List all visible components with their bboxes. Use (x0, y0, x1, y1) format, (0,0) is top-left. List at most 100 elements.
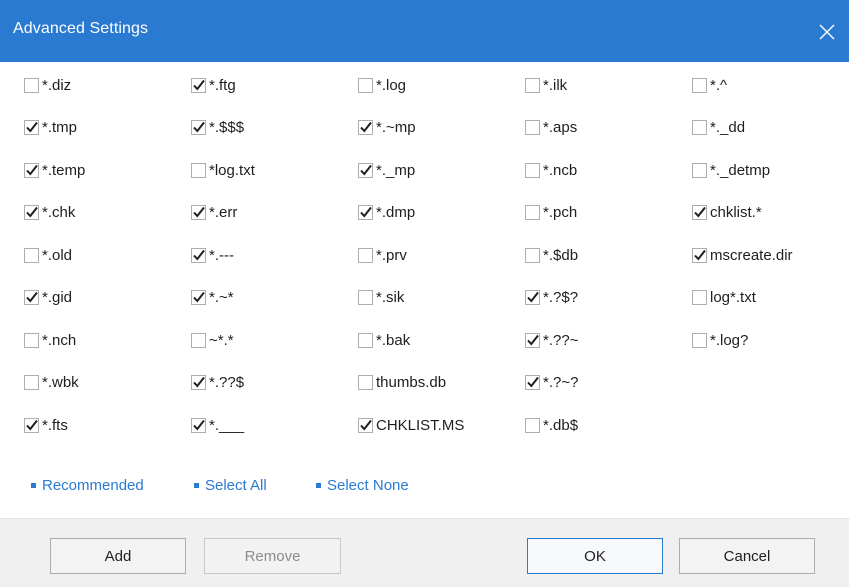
checkbox-box[interactable] (24, 417, 39, 433)
checkbox-box[interactable] (24, 162, 39, 178)
checkbox-item[interactable]: *.err (191, 200, 237, 224)
checkbox-box[interactable] (358, 119, 373, 135)
checkbox-box[interactable] (358, 247, 373, 263)
checkbox-box[interactable] (358, 77, 373, 93)
checkbox-item[interactable]: *.db$ (525, 413, 578, 437)
checkbox-item[interactable]: *.$db (525, 243, 578, 267)
checkbox-item[interactable]: *.dmp (358, 200, 415, 224)
checkbox-item[interactable]: *.aps (525, 115, 577, 139)
checkbox-item[interactable]: *.pch (525, 200, 577, 224)
checkbox-item[interactable]: *.wbk (24, 370, 79, 394)
checkbox-box[interactable] (24, 247, 39, 263)
checkbox-box[interactable] (24, 77, 39, 93)
checkbox-box[interactable] (692, 289, 707, 305)
checkbox-box[interactable] (525, 247, 540, 263)
checkbox-item[interactable]: *.sik (358, 285, 404, 309)
checkbox-item[interactable]: *.bak (358, 328, 410, 352)
checkbox-item[interactable]: *.nch (24, 328, 76, 352)
checkbox-item[interactable]: *.~* (191, 285, 234, 309)
cancel-button[interactable]: Cancel (679, 538, 815, 574)
checkbox-item[interactable]: log*.txt (692, 285, 756, 309)
checkbox-item[interactable]: *.?$? (525, 285, 578, 309)
add-button[interactable]: Add (50, 538, 186, 574)
checkbox-item[interactable]: *.diz (24, 73, 71, 97)
checkbox-label: *.prv (376, 246, 407, 264)
checkbox-box[interactable] (692, 119, 707, 135)
checkbox-item[interactable]: *.chk (24, 200, 75, 224)
checkbox-box[interactable] (525, 417, 540, 433)
checkbox-box[interactable] (525, 77, 540, 93)
checkbox-box[interactable] (24, 332, 39, 348)
checkbox-item[interactable]: *.temp (24, 158, 85, 182)
checkbox-item[interactable]: chklist.* (692, 200, 762, 224)
select-all-link[interactable]: Select All (194, 477, 267, 494)
select-none-link[interactable]: Select None (316, 477, 409, 494)
checkbox-box[interactable] (358, 332, 373, 348)
checkbox-box[interactable] (692, 247, 707, 263)
checkbox-item[interactable]: *.??$ (191, 370, 244, 394)
checkbox-item[interactable]: *.~mp (358, 115, 416, 139)
checkbox-box[interactable] (191, 77, 206, 93)
checkbox-box[interactable] (191, 374, 206, 390)
checkbox-box[interactable] (358, 374, 373, 390)
checkbox-box[interactable] (358, 289, 373, 305)
checkbox-item[interactable]: *.$$$ (191, 115, 244, 139)
bullet-icon (316, 483, 321, 488)
checkbox-item[interactable]: *.gid (24, 285, 72, 309)
checkbox-box[interactable] (692, 204, 707, 220)
checkbox-box[interactable] (24, 374, 39, 390)
checkbox-item[interactable]: *.fts (24, 413, 68, 437)
checkbox-box[interactable] (525, 332, 540, 348)
checkbox-item[interactable]: *.--- (191, 243, 234, 267)
checkbox-item[interactable]: *.old (24, 243, 72, 267)
checkbox-box[interactable] (692, 332, 707, 348)
checkbox-box[interactable] (191, 119, 206, 135)
checkbox-item[interactable]: *.^ (692, 73, 727, 97)
recommended-link[interactable]: Recommended (31, 477, 144, 494)
file-extension-grid: *.diz *.tmp *.temp *.chk *.old *.gid *.nch *.wb… (0, 62, 849, 462)
checkbox-box[interactable] (525, 289, 540, 305)
checkbox-box[interactable] (191, 204, 206, 220)
checkbox-item[interactable]: *.log? (692, 328, 748, 352)
checkbox-box[interactable] (525, 119, 540, 135)
checkbox-item[interactable]: *._detmp (692, 158, 770, 182)
checkbox-box[interactable] (525, 162, 540, 178)
checkbox-item[interactable]: *._dd (692, 115, 745, 139)
checkbox-item[interactable]: *.ncb (525, 158, 577, 182)
checkbox-box[interactable] (692, 77, 707, 93)
checkbox-item[interactable]: *.prv (358, 243, 407, 267)
checkbox-box[interactable] (525, 204, 540, 220)
checkbox-item[interactable]: *.log (358, 73, 406, 97)
checkbox-item[interactable]: ~*.* (191, 328, 234, 352)
checkbox-item[interactable]: *.ftg (191, 73, 236, 97)
checkbox-item[interactable]: thumbs.db (358, 370, 446, 394)
checkbox-item[interactable]: *.tmp (24, 115, 77, 139)
checkmark-icon (360, 206, 372, 218)
checkbox-item[interactable]: *.ilk (525, 73, 567, 97)
checkbox-box[interactable] (358, 162, 373, 178)
checkbox-box[interactable] (191, 417, 206, 433)
checkmark-icon (193, 419, 205, 431)
checkbox-box[interactable] (191, 162, 206, 178)
checkbox-box[interactable] (24, 289, 39, 305)
checkbox-item[interactable]: *._mp (358, 158, 415, 182)
close-button[interactable] (811, 16, 843, 48)
checkbox-item[interactable]: CHKLIST.MS (358, 413, 464, 437)
checkbox-item[interactable]: *.??~ (525, 328, 578, 352)
checkbox-box[interactable] (191, 247, 206, 263)
checkbox-box[interactable] (525, 374, 540, 390)
checkbox-item[interactable]: *.?~? (525, 370, 578, 394)
checkbox-item[interactable]: mscreate.dir (692, 243, 793, 267)
checkbox-box[interactable] (358, 204, 373, 220)
checkbox-item[interactable]: *log.txt (191, 158, 255, 182)
checkbox-box[interactable] (692, 162, 707, 178)
checkbox-item[interactable]: *.___ (191, 413, 244, 437)
ok-button[interactable]: OK (527, 538, 663, 574)
selection-links: Recommended Select All Select None (0, 477, 849, 501)
checkbox-box[interactable] (358, 417, 373, 433)
checkbox-box[interactable] (24, 119, 39, 135)
checkbox-box[interactable] (191, 289, 206, 305)
checkbox-box[interactable] (191, 332, 206, 348)
checkbox-box[interactable] (24, 204, 39, 220)
remove-button[interactable]: Remove (204, 538, 341, 574)
